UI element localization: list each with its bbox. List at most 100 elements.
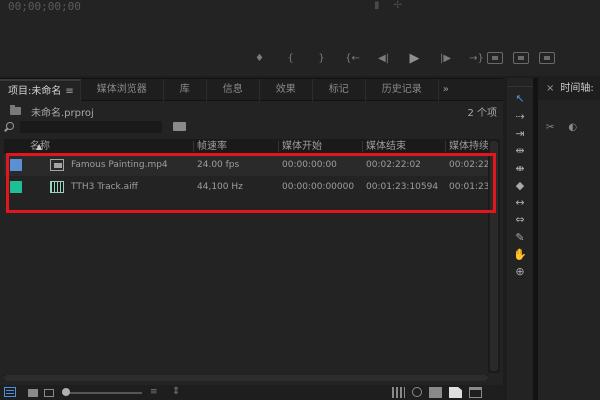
tab-libraries[interactable]: 库 xyxy=(164,78,207,101)
clip-media-end: 00:01:23:10594 xyxy=(366,182,439,192)
clip-media-start: 00:00:00:00 xyxy=(282,160,337,170)
monitor-timecode[interactable]: 00;00;00;00 xyxy=(8,0,81,13)
tab-history[interactable]: 历史记录 xyxy=(366,78,439,101)
monitor-right-icons xyxy=(487,52,555,64)
column-header-row: 名称▲ 帧速率 媒体开始 媒体结束 媒体持续时 xyxy=(4,139,488,154)
sort-ascending-icon[interactable]: ▲ xyxy=(36,139,42,154)
new-bin-icon[interactable] xyxy=(429,387,442,398)
label-color-swatch[interactable] xyxy=(10,181,22,193)
tab-markers[interactable]: 标记 xyxy=(313,78,366,101)
find-icon[interactable] xyxy=(412,387,422,397)
linked-selection-icon[interactable]: ◐ xyxy=(568,122,577,133)
mark-out-button[interactable]: } xyxy=(306,52,337,66)
transport-controls: ♦ { } {← ◀| ▶ |▶ →} xyxy=(244,52,492,66)
insert-icon[interactable] xyxy=(487,52,503,64)
tab-media-browser[interactable]: 媒体浏览器 xyxy=(81,78,164,101)
column-divider[interactable] xyxy=(278,141,279,152)
search-input[interactable] xyxy=(20,121,162,133)
settings-icon[interactable]: ✢ xyxy=(394,0,402,11)
sort-icons-icon[interactable]: ≡ xyxy=(150,387,158,397)
project-panel: 项目:未命名 ≡ 媒体浏览器 库 信息 效果 标记 历史记录 » 未命名.prpr… xyxy=(0,78,503,400)
clip-media-duration: 00:01:23: xyxy=(449,182,488,192)
search-row xyxy=(0,120,503,136)
new-item-icon[interactable] xyxy=(449,387,462,398)
vertical-scrollbar[interactable] xyxy=(488,139,500,373)
trash-icon[interactable] xyxy=(469,387,482,398)
horizontal-scrollbar-thumb[interactable] xyxy=(4,375,488,381)
new-search-bin-icon[interactable] xyxy=(173,122,186,131)
item-count: 2 个项 xyxy=(467,108,497,119)
label-color-swatch[interactable] xyxy=(10,159,22,171)
audio-clip-icon xyxy=(50,181,64,193)
project-file-name: 未命名.prproj xyxy=(31,107,94,119)
panel-menu-icon[interactable]: ≡ xyxy=(65,86,73,97)
rate-stretch-tool-icon[interactable]: ⇼ xyxy=(513,162,527,176)
project-file-row: 未命名.prproj 2 个项 xyxy=(0,103,503,119)
zoom-tool-icon[interactable]: ⊕ xyxy=(513,265,527,279)
column-frame-rate[interactable]: 帧速率 xyxy=(197,139,227,154)
marker-icon[interactable]: ▮ xyxy=(374,0,380,11)
tab-info[interactable]: 信息 xyxy=(207,78,260,101)
column-media-end[interactable]: 媒体结束 xyxy=(366,139,406,154)
sort-order-icon[interactable]: ⇕ xyxy=(172,386,180,397)
list-view-icon[interactable] xyxy=(4,387,16,397)
clip-media-duration: 00:02:22: xyxy=(449,160,488,170)
rolling-edit-tool-icon[interactable]: ⇹ xyxy=(513,144,527,158)
zoom-slider-track[interactable] xyxy=(62,392,142,394)
clip-media-start: 00:00:00:00000 xyxy=(282,182,355,192)
clip-sample-rate: 44,100 Hz xyxy=(197,182,243,192)
snap-icon[interactable]: ✂ xyxy=(546,122,554,133)
tab-effects[interactable]: 效果 xyxy=(260,78,313,101)
panel-tabs: 项目:未命名 ≡ 媒体浏览器 库 信息 效果 标记 历史记录 » xyxy=(0,78,503,101)
table-row[interactable]: Famous Painting.mp4 24.00 fps 00:00:00:0… xyxy=(4,154,488,176)
slide-tool-icon[interactable]: ⇔ xyxy=(513,213,527,227)
tab-project[interactable]: 项目:未命名 ≡ xyxy=(0,78,81,101)
clip-name: TTH3 Track.aiff xyxy=(71,182,138,192)
video-clip-icon xyxy=(50,159,64,171)
tools-separator xyxy=(507,86,533,87)
column-media-duration[interactable]: 媒体持续时 xyxy=(449,139,488,154)
step-back-button[interactable]: ◀| xyxy=(368,52,399,66)
slip-tool-icon[interactable]: ↔ xyxy=(513,196,527,210)
tools-panel: ↖ ⇢ ⇥ ⇹ ⇼ ◆ ↔ ⇔ ✎ ✋ ⊕ xyxy=(507,78,533,400)
close-icon[interactable]: × xyxy=(546,83,554,94)
monitor-top-icons: ▮ ✢ xyxy=(374,0,402,11)
file-list: Famous Painting.mp4 24.00 fps 00:00:00:0… xyxy=(4,154,488,198)
ripple-edit-tool-icon[interactable]: ⇥ xyxy=(513,127,527,141)
vertical-scrollbar-thumb[interactable] xyxy=(490,141,498,371)
horizontal-scrollbar[interactable] xyxy=(4,373,488,383)
go-to-in-button[interactable]: {← xyxy=(337,52,368,66)
hand-tool-icon[interactable]: ✋ xyxy=(513,248,527,262)
pen-tool-icon[interactable]: ✎ xyxy=(513,231,527,245)
clip-media-end: 00:02:22:02 xyxy=(366,160,421,170)
clip-frame-rate: 24.00 fps xyxy=(197,160,240,170)
selection-tool-icon[interactable]: ↖ xyxy=(513,92,527,106)
icon-view-icon[interactable] xyxy=(28,389,38,397)
tab-timeline[interactable]: × 时间轴: xyxy=(538,78,600,100)
table-row[interactable]: TTH3 Track.aiff 44,100 Hz 00:00:00:00000… xyxy=(4,176,488,198)
zoom-slider-handle[interactable] xyxy=(62,388,70,396)
track-select-tool-icon[interactable]: ⇢ xyxy=(513,110,527,124)
column-media-start[interactable]: 媒体开始 xyxy=(282,139,322,154)
freeform-view-icon[interactable] xyxy=(44,389,54,397)
timeline-panel: × 时间轴: ✂ ◐ xyxy=(538,78,600,400)
add-marker-button[interactable]: ♦ xyxy=(244,52,275,66)
mark-in-button[interactable]: { xyxy=(275,52,306,66)
column-divider[interactable] xyxy=(193,141,194,152)
play-button[interactable]: ▶ xyxy=(399,52,430,66)
project-bottom-right-icons xyxy=(392,387,482,398)
razor-tool-icon[interactable]: ◆ xyxy=(513,179,527,193)
tab-overflow-icon[interactable]: » xyxy=(439,79,453,101)
search-icon[interactable] xyxy=(6,122,14,130)
folder-icon xyxy=(10,105,21,115)
overwrite-icon[interactable] xyxy=(513,52,529,64)
automate-to-sequence-icon[interactable] xyxy=(392,387,405,398)
tab-timeline-label: 时间轴: xyxy=(560,83,594,94)
export-frame-icon[interactable] xyxy=(539,52,555,64)
column-divider[interactable] xyxy=(445,141,446,152)
column-divider[interactable] xyxy=(362,141,363,152)
timeline-toolbar: ✂ ◐ xyxy=(546,122,577,133)
source-monitor: 00;00;00;00 ▮ ✢ ♦ { } {← ◀| ▶ |▶ →} xyxy=(0,0,600,76)
clip-name: Famous Painting.mp4 xyxy=(71,160,168,170)
step-forward-button[interactable]: |▶ xyxy=(430,52,461,66)
